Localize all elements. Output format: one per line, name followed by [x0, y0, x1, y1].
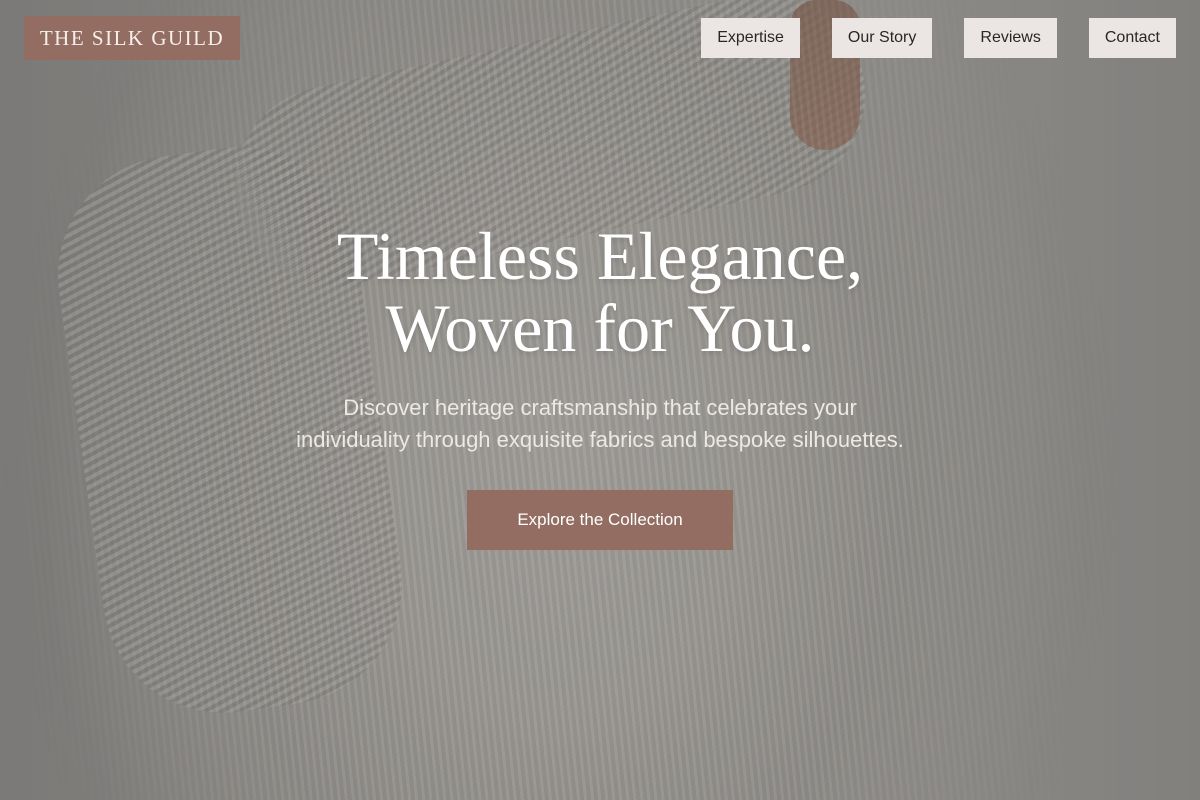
hero-subtitle: Discover heritage craftsmanship that cel…: [296, 395, 904, 452]
brand-logo[interactable]: THE SILK GUILD: [24, 16, 240, 60]
hero-title-line-2: Woven for You.: [385, 290, 815, 366]
nav-item-our-story[interactable]: Our Story: [831, 18, 933, 58]
hero-section: Timeless Elegance, Woven for You. Discov…: [0, 220, 1200, 550]
nav-item-contact[interactable]: Contact: [1088, 18, 1176, 58]
explore-collection-button[interactable]: Explore the Collection: [467, 490, 733, 550]
nav-item-reviews[interactable]: Reviews: [964, 18, 1057, 58]
main-nav: Expertise Our Story Reviews Contact: [701, 18, 1176, 58]
site-header: THE SILK GUILD Expertise Our Story Revie…: [0, 0, 1200, 80]
hero-title: Timeless Elegance, Woven for You.: [337, 220, 863, 364]
nav-item-expertise[interactable]: Expertise: [701, 18, 800, 58]
hero-title-line-1: Timeless Elegance,: [336, 218, 864, 294]
